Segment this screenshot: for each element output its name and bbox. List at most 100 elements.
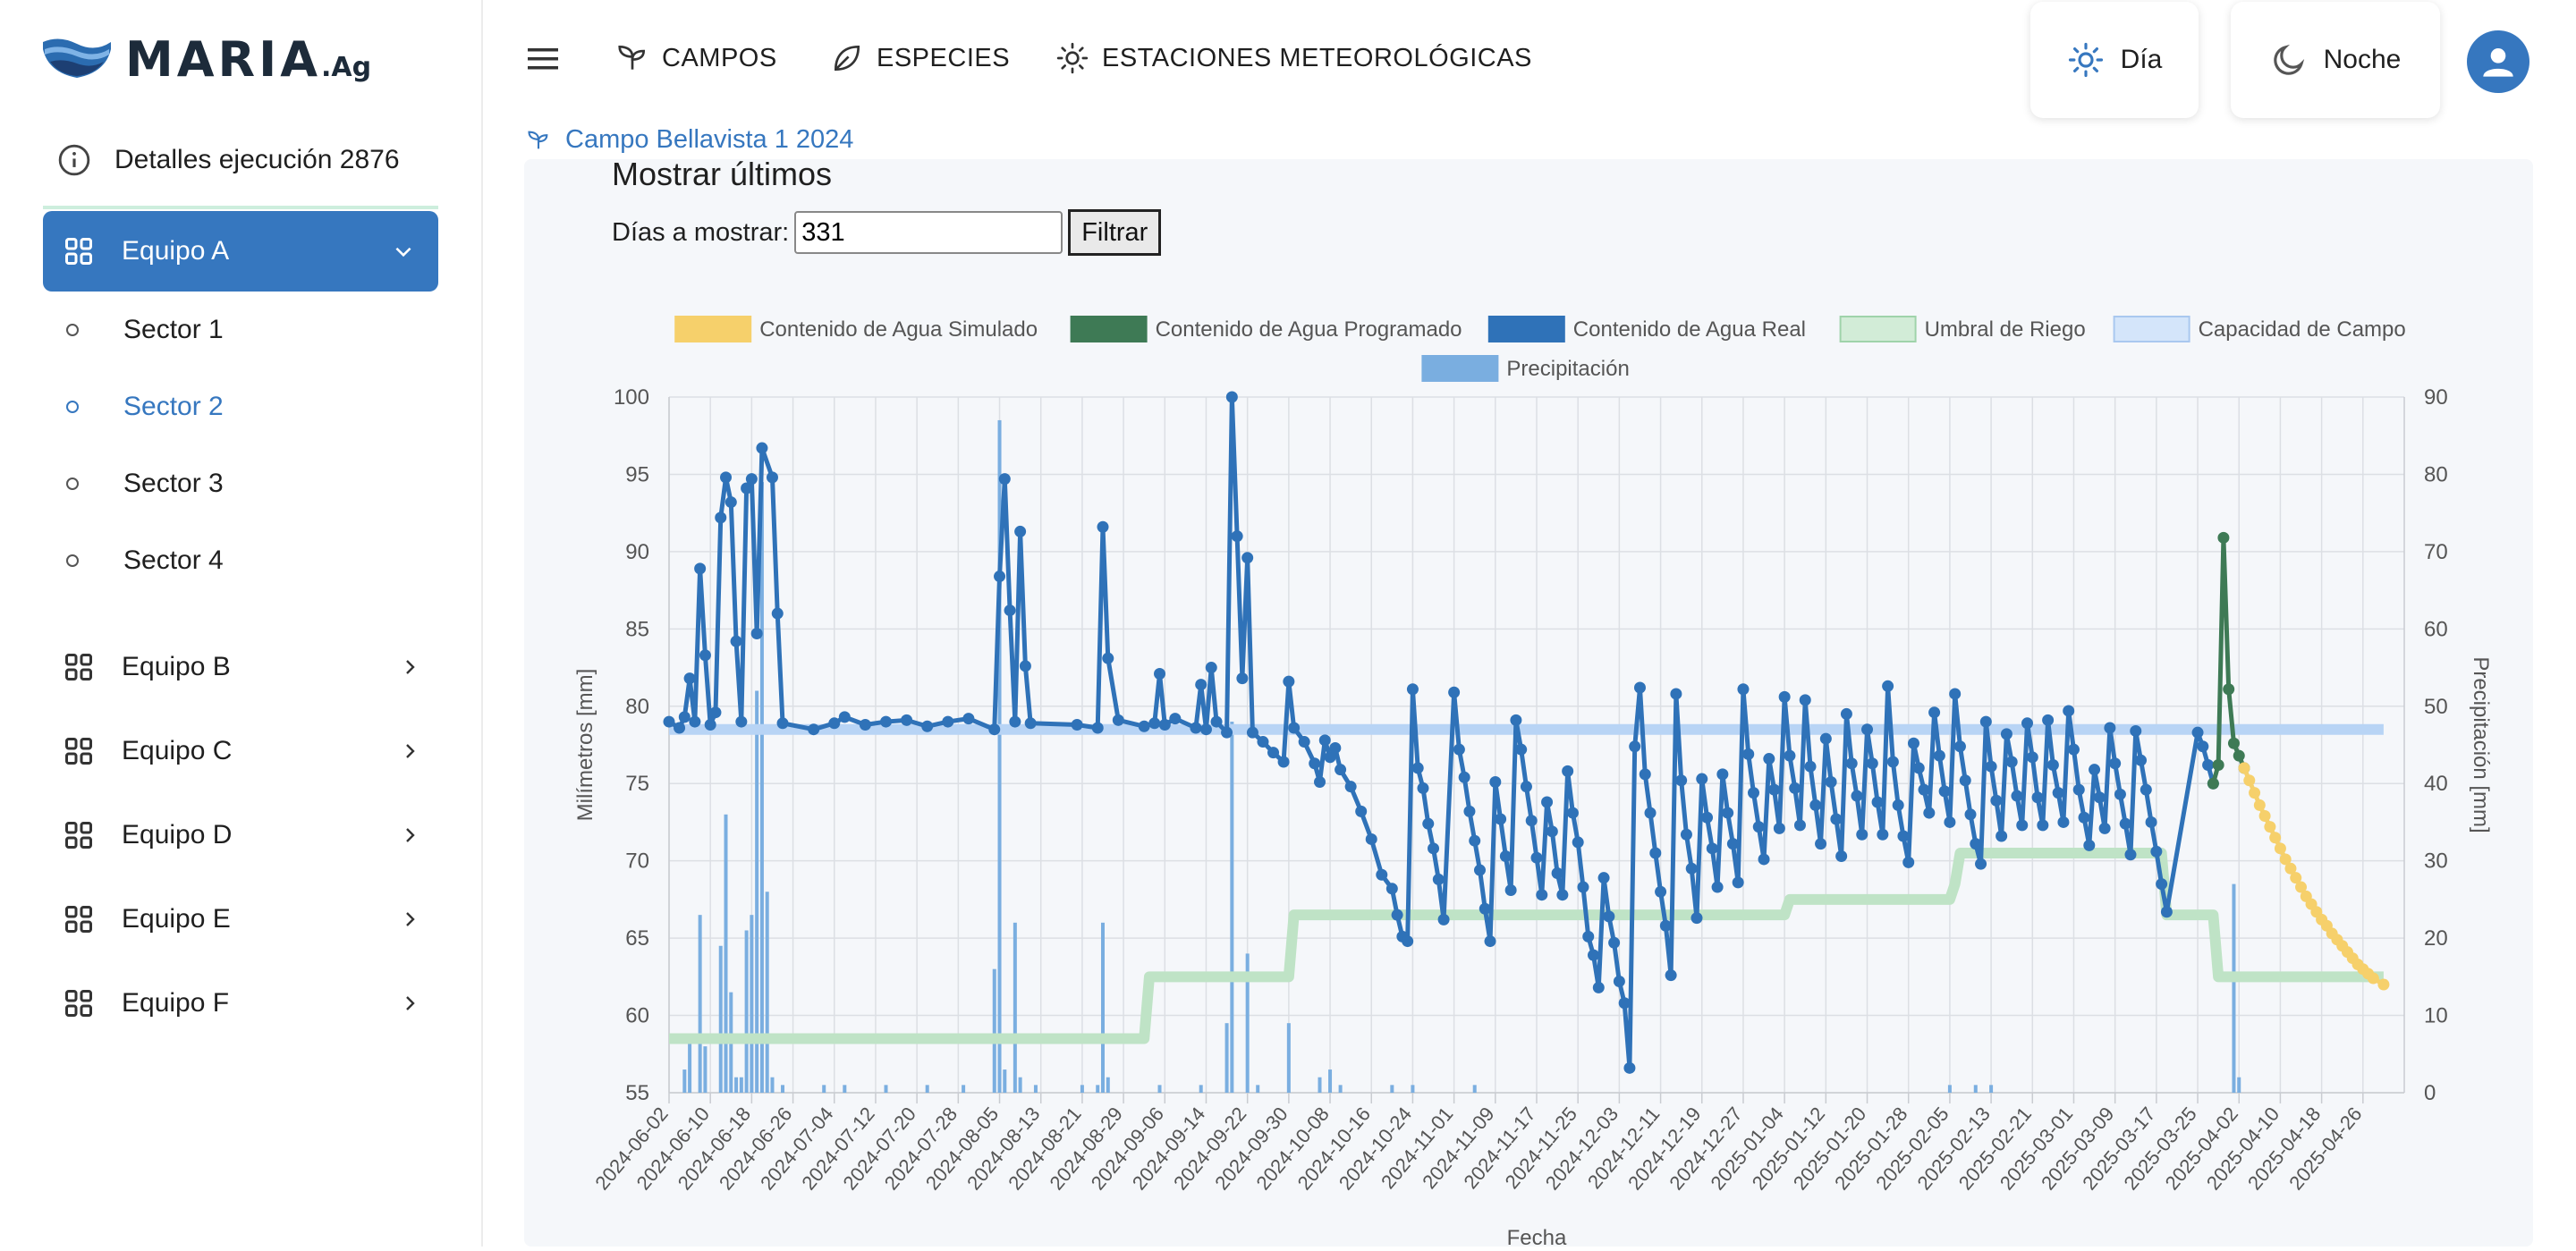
chevron-right-icon	[406, 660, 415, 674]
real-point	[2130, 724, 2142, 737]
real-point	[2202, 758, 2215, 771]
filter-button[interactable]: Filtrar	[1068, 209, 1162, 256]
real-point	[1912, 762, 1925, 774]
real-point	[1024, 717, 1037, 730]
real-point	[1690, 912, 1703, 925]
real-point	[1158, 719, 1171, 731]
real-point	[1417, 782, 1429, 794]
y2-tick-label: 0	[2424, 1081, 2436, 1105]
real-point	[683, 672, 696, 685]
real-point	[1778, 690, 1791, 703]
precip-bar	[1013, 922, 1017, 1093]
real-point	[1592, 981, 1605, 993]
breadcrumb[interactable]: Campo Bellavista 1 2024	[526, 125, 853, 155]
sidebar-group-equipo-b[interactable]: Equipo B	[63, 651, 420, 683]
day-mode-button[interactable]: Día	[2030, 2, 2199, 118]
real-point	[1804, 760, 1817, 773]
sidebar-group-equipo-d[interactable]: Equipo D	[63, 819, 420, 851]
nav-campos[interactable]: CAMPOS	[615, 41, 777, 75]
real-point	[1819, 732, 1832, 745]
real-point	[776, 717, 789, 730]
hamburger-menu-icon[interactable]	[528, 46, 558, 72]
real-point	[756, 442, 768, 454]
sidebar-item-sector-3[interactable]: Sector 3	[66, 469, 224, 499]
night-mode-button[interactable]: Noche	[2231, 2, 2440, 118]
y2-tick-label: 40	[2424, 772, 2448, 796]
real-point	[766, 471, 778, 484]
y-tick-label: 90	[625, 540, 649, 564]
real-point	[1949, 688, 1962, 700]
real-point	[1097, 520, 1109, 533]
real-point	[988, 723, 1001, 736]
days-input[interactable]	[794, 211, 1063, 254]
real-point	[1773, 822, 1785, 834]
sidebar-group-equipo-c[interactable]: Equipo C	[63, 735, 420, 767]
real-point	[1851, 790, 1863, 802]
real-point	[730, 635, 742, 647]
real-point	[1344, 781, 1357, 793]
real-point	[1004, 604, 1016, 617]
breadcrumb-label: Campo Bellavista 1 2024	[565, 125, 854, 154]
real-point	[1763, 753, 1775, 765]
real-point	[1473, 864, 1486, 876]
nav-estaciones[interactable]: ESTACIONES METEOROLÓGICAS	[1055, 41, 1532, 75]
real-point	[1665, 969, 1677, 982]
real-point	[771, 607, 784, 620]
real-point	[1722, 807, 1734, 819]
real-point	[1318, 734, 1331, 747]
precip-bar	[925, 1085, 929, 1093]
real-point	[1577, 881, 1589, 893]
real-point	[1752, 821, 1765, 833]
real-point	[1979, 715, 1992, 728]
precip-bar	[1973, 1085, 1978, 1093]
simulated-point	[2274, 842, 2286, 855]
precip-bar	[2232, 883, 2236, 1093]
exec-details-link[interactable]: Detalles ejecución 2876	[57, 143, 400, 177]
y-tick-label: 55	[625, 1081, 649, 1105]
nav-especies[interactable]: ESPECIES	[830, 41, 1010, 75]
filter-form: Días a mostrar: Filtrar	[612, 209, 1162, 256]
sidebar-item-sector-1[interactable]: Sector 1	[66, 315, 224, 345]
x-axis-title: Fecha	[1507, 1226, 1567, 1247]
real-point	[1199, 723, 1212, 736]
real-point	[1154, 667, 1166, 680]
real-point	[1918, 783, 1930, 796]
precip-bar	[1101, 922, 1105, 1093]
moon-icon	[2273, 44, 2304, 75]
chevron-right-icon	[406, 744, 415, 758]
real-point	[1633, 681, 1646, 694]
user-avatar[interactable]	[2467, 30, 2529, 93]
real-point	[1411, 762, 1424, 774]
real-point	[1231, 530, 1243, 543]
sidebar-item-sector-2[interactable]: Sector 2	[66, 392, 224, 422]
real-point	[1938, 785, 1951, 798]
sidebar-group-equipo-f[interactable]: Equipo F	[63, 987, 420, 1019]
real-point	[1406, 683, 1419, 696]
real-point	[1479, 902, 1491, 915]
brand-logo[interactable]: MARIA .Ag	[41, 31, 371, 88]
precip-bar	[765, 892, 769, 1093]
y-axis-title: Milímetros [mm]	[573, 669, 597, 822]
precip-bar	[724, 814, 728, 1093]
sidebar-item-sector-4[interactable]: Sector 4	[66, 545, 224, 576]
real-point	[998, 473, 1011, 486]
sidebar-group-equipo-a[interactable]: Equipo A	[43, 211, 438, 292]
real-point	[1376, 868, 1388, 881]
real-point	[1463, 805, 1476, 817]
simulated-point	[2238, 762, 2250, 774]
sidebar-group-equipo-e[interactable]: Equipo E	[63, 903, 420, 935]
sidebar-group-label: Equipo D	[122, 820, 233, 849]
sidebar: MARIA .Ag Detalles ejecución 2876 Equipo…	[0, 0, 483, 1247]
legend-swatch	[1421, 355, 1499, 382]
y2-axis-title: Precipitación [mm]	[2469, 656, 2493, 833]
real-point	[720, 471, 733, 484]
programmed-point	[2223, 683, 2235, 696]
real-point	[1288, 722, 1301, 734]
real-point	[2197, 740, 2209, 753]
legend-label: Contenido de Agua Programado	[1156, 317, 1462, 342]
precip-bar	[1286, 1023, 1291, 1093]
grid-icon	[65, 906, 92, 933]
real-point	[1866, 757, 1878, 770]
real-point	[1572, 836, 1584, 849]
real-point	[2109, 757, 2122, 770]
